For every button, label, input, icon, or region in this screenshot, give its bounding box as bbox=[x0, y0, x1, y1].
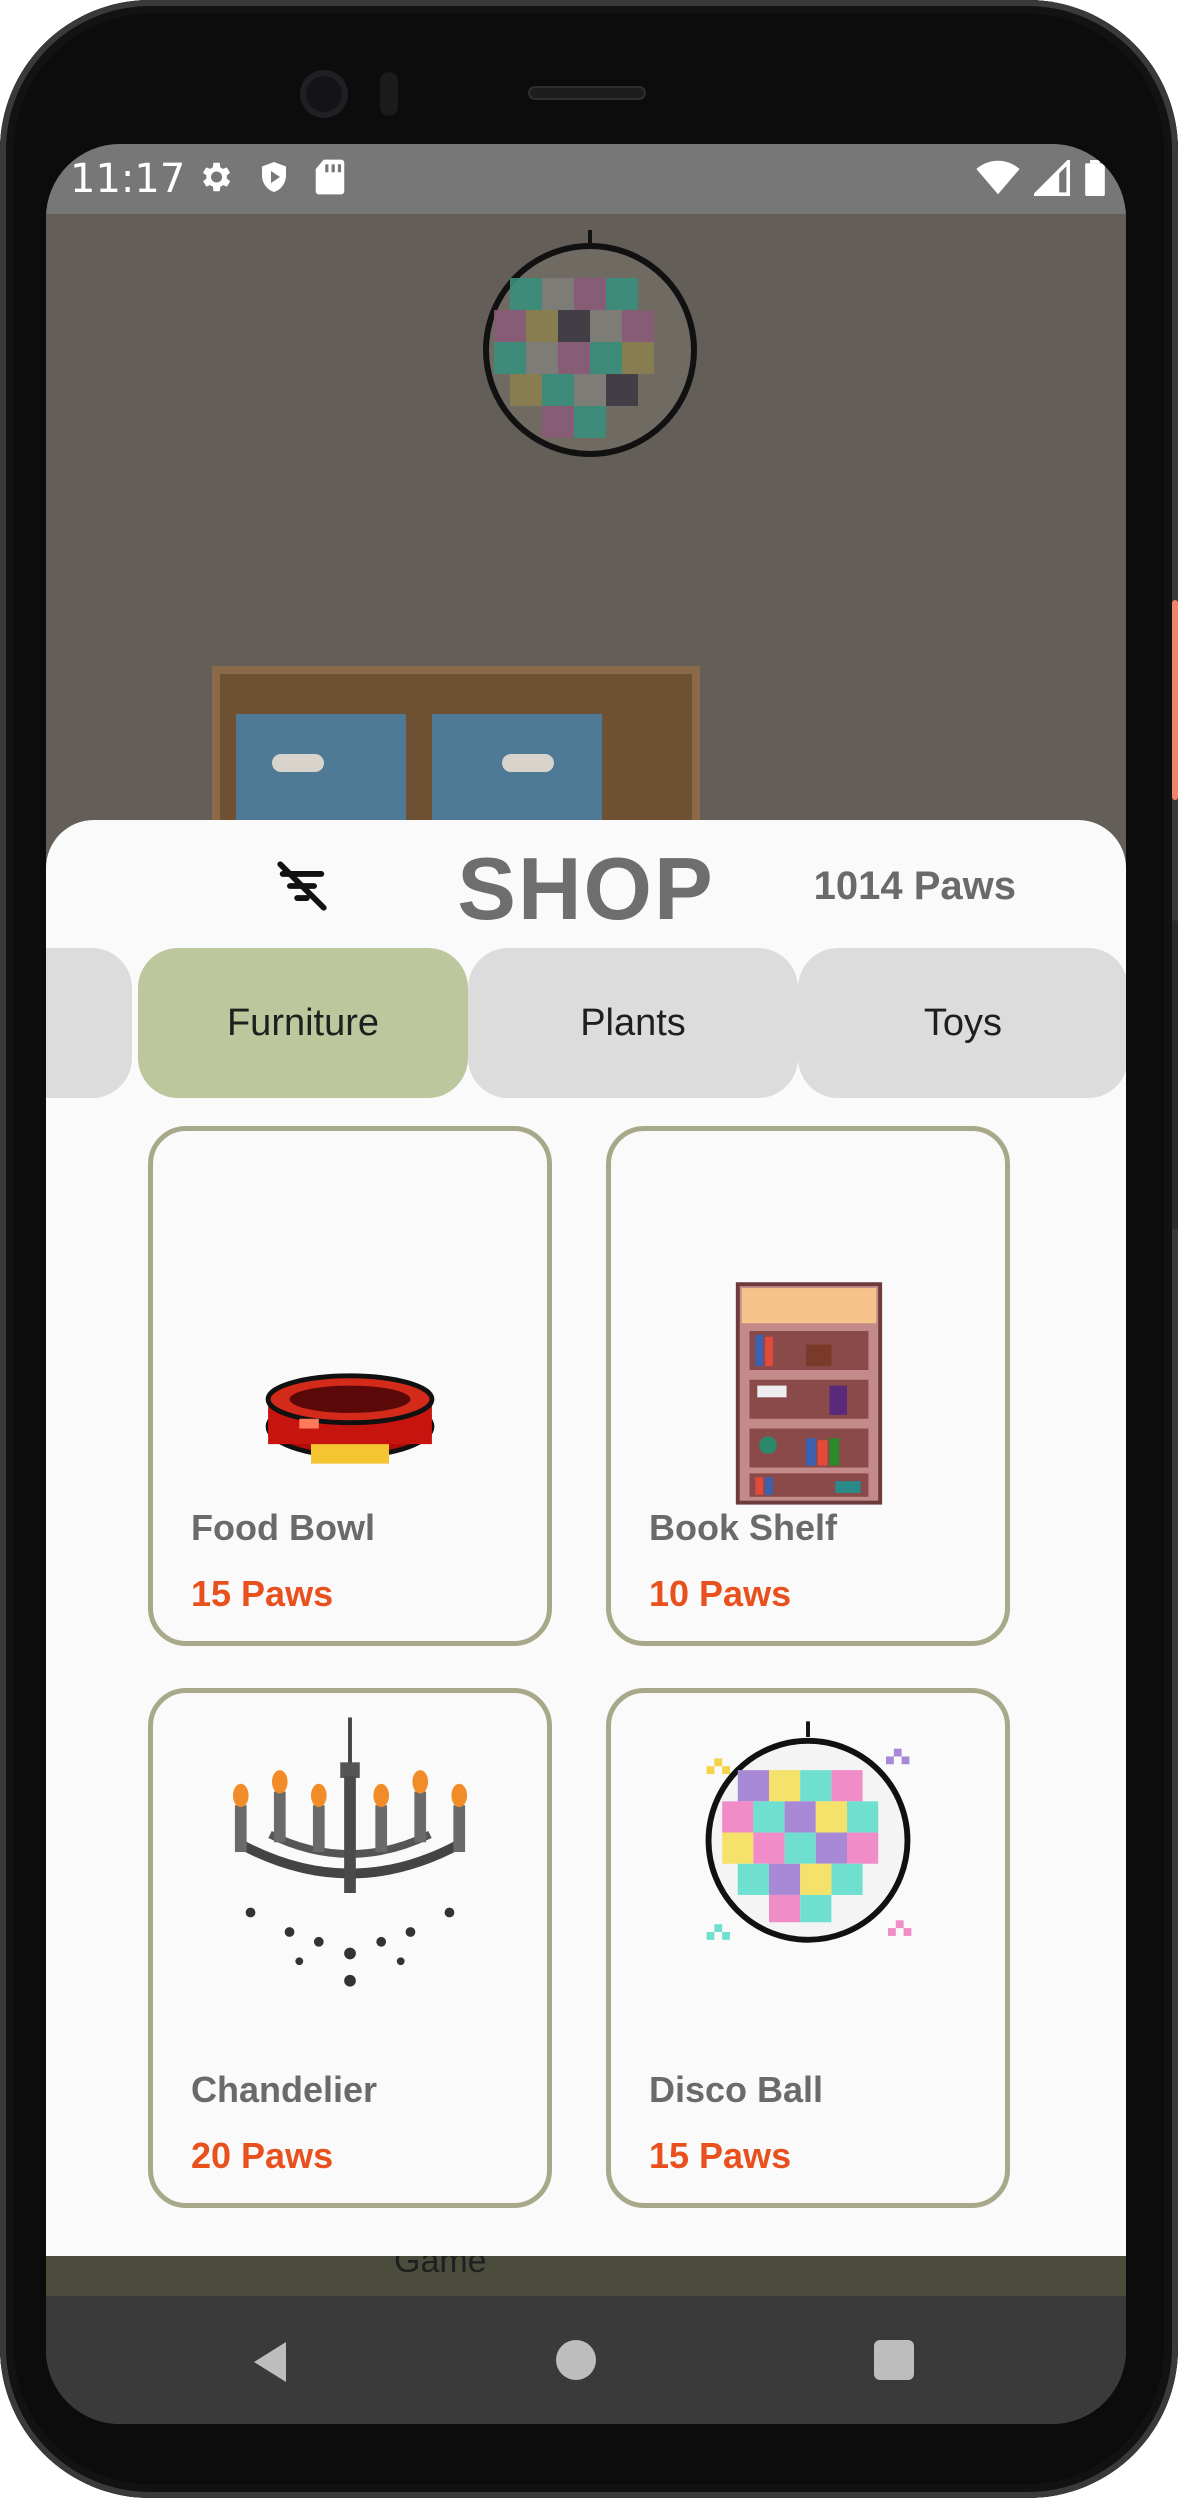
bottom-navigation-strip: Game bbox=[46, 2256, 1126, 2296]
disco-ball-icon bbox=[705, 1721, 912, 1943]
proximity-sensor bbox=[380, 72, 398, 116]
screen: 11:17 SHOP 1014 Paws Furniture Plants To… bbox=[46, 144, 1126, 2424]
status-bar: 11:17 bbox=[46, 144, 1126, 214]
gear-icon bbox=[196, 158, 234, 201]
system-status-icons bbox=[976, 157, 1106, 201]
shop-sheet: SHOP 1014 Paws Furniture Plants Toys Foo… bbox=[46, 820, 1126, 2256]
wifi-icon bbox=[976, 160, 1020, 201]
shield-icon bbox=[256, 158, 292, 201]
paws-balance: 1014 Paws bbox=[813, 864, 1016, 908]
tab-furniture[interactable]: Furniture bbox=[138, 948, 468, 1098]
volume-button bbox=[1172, 600, 1178, 800]
signal-icon bbox=[1031, 157, 1070, 201]
tab-partial[interactable] bbox=[46, 948, 132, 1098]
power-button bbox=[1172, 920, 1178, 1230]
chandelier-icon bbox=[232, 1717, 468, 1987]
recents-icon[interactable] bbox=[874, 2340, 914, 2380]
tab-plants[interactable]: Plants bbox=[468, 948, 798, 1098]
food-bowl-icon bbox=[265, 1373, 435, 1464]
category-tabs: Furniture Plants Toys bbox=[46, 948, 1126, 1098]
phone-frame: 11:17 SHOP 1014 Paws Furniture Plants To… bbox=[0, 0, 1178, 2498]
status-time: 11:17 bbox=[70, 156, 186, 202]
cloud bbox=[272, 754, 324, 772]
shop-item-card[interactable]: Chandelier 20 Paws bbox=[148, 1688, 552, 2208]
tab-toys[interactable]: Toys bbox=[798, 948, 1126, 1098]
item-name: Disco Ball bbox=[649, 2069, 824, 2110]
battery-icon bbox=[1084, 160, 1106, 201]
system-navigation-bar bbox=[46, 2296, 1126, 2424]
home-icon[interactable] bbox=[556, 2340, 596, 2380]
status-notification-icons bbox=[196, 158, 346, 201]
item-price: 10 Paws bbox=[649, 1573, 792, 1614]
item-name: Chandelier bbox=[191, 2069, 378, 2110]
item-price: 15 Paws bbox=[191, 1573, 334, 1614]
shop-item-card[interactable]: Food Bowl 15 Paws bbox=[148, 1126, 552, 1646]
item-price: 20 Paws bbox=[191, 2135, 334, 2176]
item-name: Food Bowl bbox=[191, 1507, 375, 1548]
back-icon[interactable] bbox=[249, 2340, 291, 2389]
item-name: Book Shelf bbox=[649, 1507, 838, 1548]
earpiece-speaker bbox=[528, 86, 646, 100]
cloud bbox=[502, 754, 554, 772]
front-camera bbox=[300, 70, 348, 118]
shop-item-card[interactable]: Disco Ball 15 Paws bbox=[606, 1688, 1010, 2208]
sd-card-icon bbox=[314, 158, 346, 201]
book-shelf-icon bbox=[735, 1282, 883, 1505]
hanging-disco-ball-decor bbox=[483, 230, 697, 457]
shop-item-card[interactable]: Book Shelf 10 Paws bbox=[606, 1126, 1010, 1646]
item-price: 15 Paws bbox=[649, 2135, 792, 2176]
game-tab-label[interactable]: Game bbox=[394, 2256, 487, 2281]
